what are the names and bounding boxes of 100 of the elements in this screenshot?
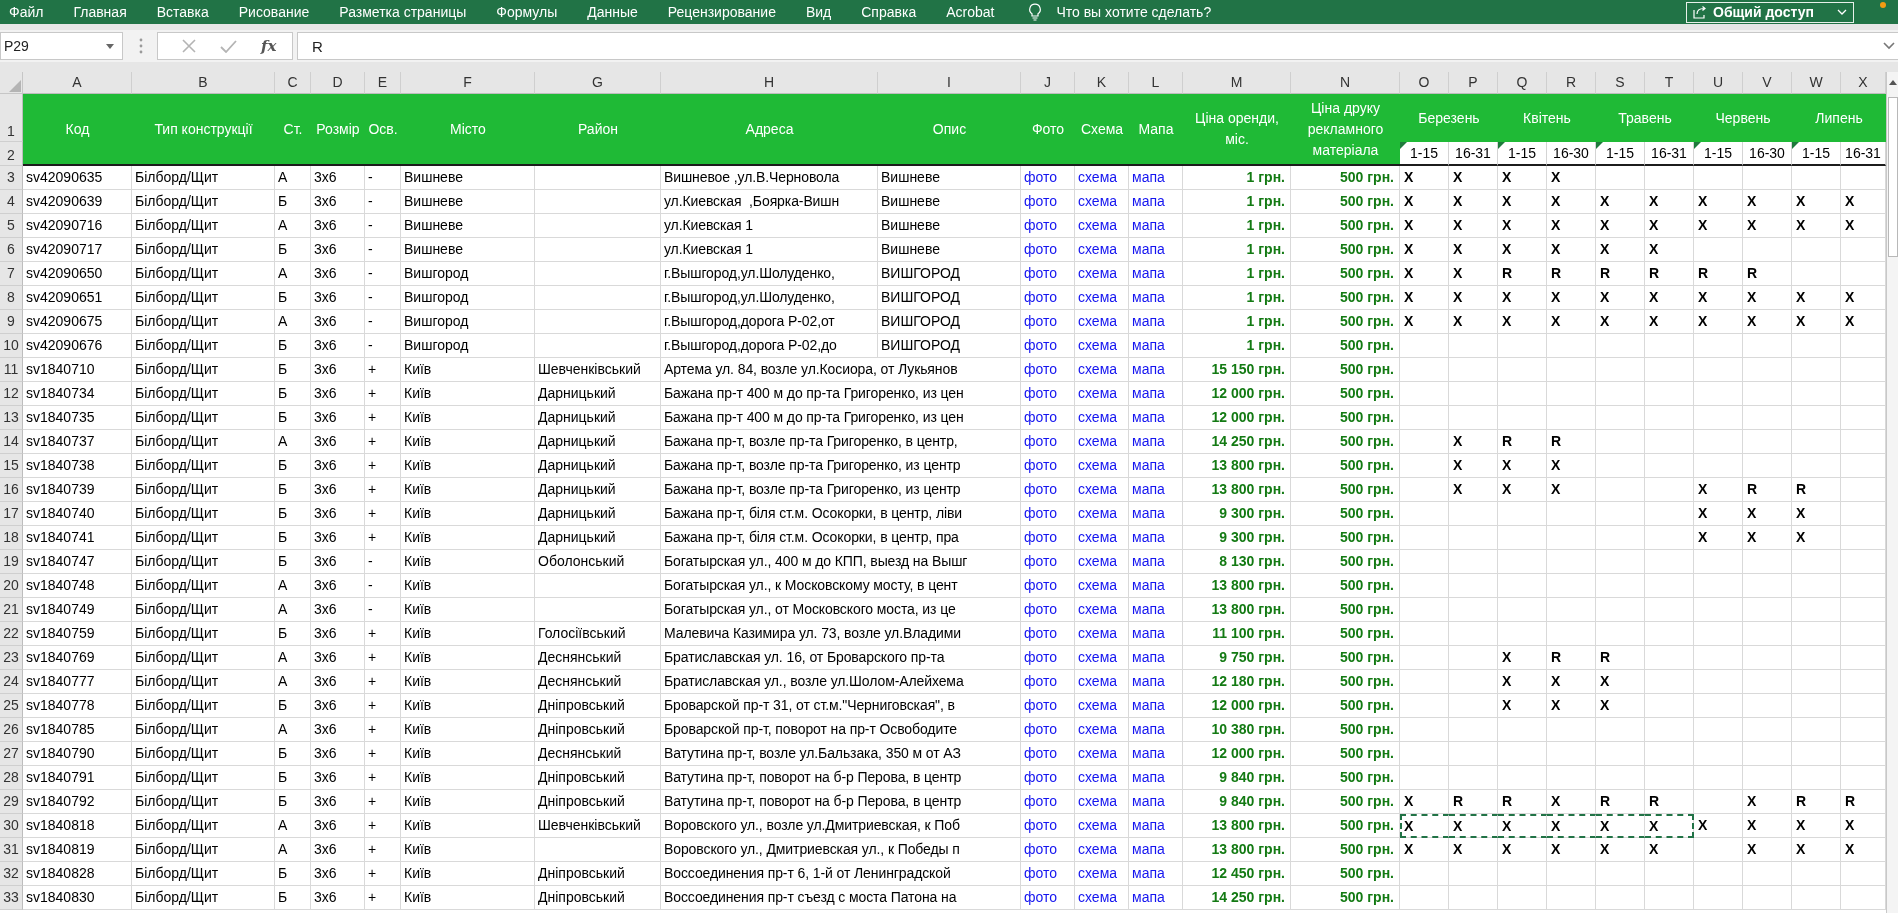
map-link[interactable]: мапа [1132, 358, 1165, 381]
row-header[interactable]: 11 [0, 358, 23, 382]
row-header[interactable]: 33 [0, 886, 23, 910]
drag-handle-icon[interactable] [139, 38, 143, 54]
scheme-link[interactable]: схема [1078, 454, 1118, 477]
photo-link[interactable]: фото [1024, 502, 1058, 525]
scheme-link[interactable]: схема [1078, 406, 1118, 429]
photo-link[interactable]: фото [1024, 310, 1058, 333]
row-header[interactable]: 12 [0, 382, 23, 406]
check-icon[interactable] [220, 39, 237, 53]
photo-link[interactable]: фото [1024, 766, 1058, 789]
map-link[interactable]: мапа [1132, 526, 1165, 549]
photo-link[interactable]: фото [1024, 286, 1058, 309]
ribbon-tab[interactable]: Acrobat [946, 4, 995, 20]
row-header[interactable]: 17 [0, 502, 23, 526]
ribbon-tab[interactable]: Формулы [496, 4, 558, 20]
map-link[interactable]: мапа [1132, 502, 1165, 525]
row-header[interactable]: 2 [0, 142, 23, 166]
row-header[interactable]: 1 [0, 94, 23, 142]
scheme-link[interactable]: схема [1078, 790, 1118, 813]
photo-link[interactable]: фото [1024, 190, 1058, 213]
scheme-link[interactable]: схема [1078, 646, 1118, 669]
photo-link[interactable]: фото [1024, 358, 1058, 381]
map-link[interactable]: мапа [1132, 598, 1165, 621]
photo-link[interactable]: фото [1024, 550, 1058, 573]
photo-link[interactable]: фото [1024, 694, 1058, 717]
map-link[interactable]: мапа [1132, 838, 1165, 861]
map-link[interactable]: мапа [1132, 742, 1165, 765]
map-link[interactable]: мапа [1132, 646, 1165, 669]
photo-link[interactable]: фото [1024, 574, 1058, 597]
caret-icon[interactable] [106, 43, 114, 49]
map-link[interactable]: мапа [1132, 430, 1165, 453]
row-header[interactable]: 4 [0, 190, 23, 214]
lightbulb-icon[interactable] [1028, 3, 1043, 21]
row-header[interactable]: 28 [0, 766, 23, 790]
row-header[interactable]: 3 [0, 166, 23, 190]
scheme-link[interactable]: схема [1078, 430, 1118, 453]
photo-link[interactable]: фото [1024, 598, 1058, 621]
search-field[interactable]: Что вы хотите сделать? [1056, 4, 1247, 20]
ribbon-tab[interactable]: Справка [861, 4, 917, 20]
row-header[interactable]: 5 [0, 214, 23, 238]
chevron-down-icon[interactable] [1883, 42, 1895, 50]
scheme-link[interactable]: схема [1078, 550, 1118, 573]
row-header[interactable]: 6 [0, 238, 23, 262]
scheme-link[interactable]: схема [1078, 862, 1118, 885]
photo-link[interactable]: фото [1024, 214, 1058, 237]
photo-link[interactable]: фото [1024, 838, 1058, 861]
map-link[interactable]: мапа [1132, 694, 1165, 717]
map-link[interactable]: мапа [1132, 622, 1165, 645]
map-link[interactable]: мапа [1132, 454, 1165, 477]
row-header[interactable]: 20 [0, 574, 23, 598]
ribbon-tab[interactable]: Главная [73, 4, 127, 20]
photo-link[interactable]: фото [1024, 814, 1058, 837]
photo-link[interactable]: фото [1024, 526, 1058, 549]
photo-link[interactable]: фото [1024, 454, 1058, 477]
scheme-link[interactable]: схема [1078, 742, 1118, 765]
scheme-link[interactable]: схема [1078, 334, 1118, 357]
scheme-link[interactable]: схема [1078, 166, 1118, 189]
scheme-link[interactable]: схема [1078, 214, 1118, 237]
map-link[interactable]: мапа [1132, 478, 1165, 501]
row-header[interactable]: 26 [0, 718, 23, 742]
scheme-link[interactable]: схема [1078, 238, 1118, 261]
map-link[interactable]: мапа [1132, 550, 1165, 573]
map-link[interactable]: мапа [1132, 334, 1165, 357]
scheme-link[interactable]: схема [1078, 382, 1118, 405]
row-header[interactable]: 16 [0, 478, 23, 502]
photo-link[interactable]: фото [1024, 382, 1058, 405]
scheme-link[interactable]: схема [1078, 478, 1118, 501]
map-link[interactable]: мапа [1132, 262, 1165, 285]
row-header[interactable]: 13 [0, 406, 23, 430]
map-link[interactable]: мапа [1132, 718, 1165, 741]
scheme-link[interactable]: схема [1078, 286, 1118, 309]
map-link[interactable]: мапа [1132, 814, 1165, 837]
row-header[interactable]: 9 [0, 310, 23, 334]
scheme-link[interactable]: схема [1078, 838, 1118, 861]
row-header[interactable]: 31 [0, 838, 23, 862]
scheme-link[interactable]: схема [1078, 262, 1118, 285]
map-link[interactable]: мапа [1132, 886, 1165, 909]
ribbon-tab[interactable]: Рисование [238, 4, 310, 20]
map-link[interactable]: мапа [1132, 214, 1165, 237]
map-link[interactable]: мапа [1132, 406, 1165, 429]
map-link[interactable]: мапа [1132, 190, 1165, 213]
scrollbar-thumb[interactable] [1887, 97, 1898, 257]
row-header[interactable]: 14 [0, 430, 23, 454]
photo-link[interactable]: фото [1024, 622, 1058, 645]
ribbon-tab[interactable]: Файл [9, 4, 44, 20]
scheme-link[interactable]: схема [1078, 886, 1118, 909]
name-box[interactable]: P29 [0, 32, 123, 60]
ribbon-tab[interactable]: Разметка страницы [339, 4, 467, 20]
scheme-link[interactable]: схема [1078, 766, 1118, 789]
scheme-link[interactable]: схема [1078, 190, 1118, 213]
photo-link[interactable]: фото [1024, 718, 1058, 741]
photo-link[interactable]: фото [1024, 886, 1058, 909]
photo-link[interactable]: фото [1024, 166, 1058, 189]
row-header[interactable]: 7 [0, 262, 23, 286]
vertical-scrollbar[interactable] [1886, 72, 1898, 913]
scheme-link[interactable]: схема [1078, 502, 1118, 525]
map-link[interactable]: мапа [1132, 574, 1165, 597]
share-button[interactable]: Общий доступ [1686, 1, 1854, 23]
row-header[interactable]: 25 [0, 694, 23, 718]
